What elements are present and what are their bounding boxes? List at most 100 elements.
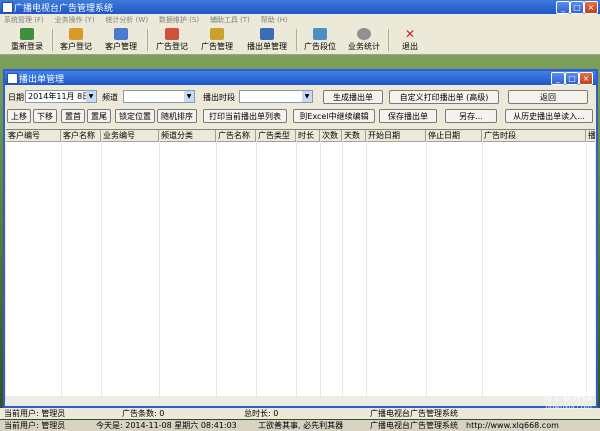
menu-help[interactable]: 帮助 (H) xyxy=(257,14,292,26)
toolbar-separator xyxy=(388,29,389,51)
toolbar-separator xyxy=(296,29,297,51)
schedule-manage-button[interactable]: 播出单管理 xyxy=(242,27,292,53)
status-total-duration: 总时长: 0 xyxy=(244,409,279,418)
move-down-button[interactable]: 下移 xyxy=(33,109,57,123)
random-sort-button[interactable]: 随机排序 xyxy=(157,109,197,123)
inner-close-button[interactable]: × xyxy=(579,72,593,85)
toolbar: 重新登录 客户登记 客户管理 广告登记 广告管理 播出单管理 广告段位 业务统计… xyxy=(0,26,600,55)
main-status-bar: 当前用户: 管理员 今天是: 2014-11-08 星期六 08:41:03 工… xyxy=(0,420,600,431)
customer-register-button[interactable]: 客户登记 xyxy=(56,27,96,53)
col-ad-slot[interactable]: 广告时段 xyxy=(482,130,586,141)
chevron-down-icon[interactable]: ▼ xyxy=(302,91,312,102)
col-times[interactable]: 次数 xyxy=(320,130,342,141)
grid-line xyxy=(216,141,217,406)
inner-maximize-button[interactable]: □ xyxy=(565,72,579,85)
col-customer-name[interactable]: 客户名称 xyxy=(61,130,101,141)
grid-line xyxy=(482,141,483,406)
grid-line xyxy=(586,141,587,406)
col-broadcast[interactable]: 播 xyxy=(586,130,595,141)
channel-label: 频道 xyxy=(102,93,118,102)
grid-line xyxy=(61,141,62,406)
menu-tools[interactable]: 辅助工具 (T) xyxy=(206,14,254,26)
schedule-window-title: 播出单管理 xyxy=(19,75,65,85)
grid-line xyxy=(159,141,160,406)
move-top-button[interactable]: 置首 xyxy=(61,109,85,123)
status2-user: 当前用户: 管理员 xyxy=(4,421,66,430)
ad-slot-icon xyxy=(313,28,327,40)
grid-line xyxy=(366,141,367,406)
col-customer-id[interactable]: 客户编号 xyxy=(6,130,61,141)
menu-statistics[interactable]: 统计分析 (W) xyxy=(101,14,152,26)
status2-datetime: 今天是: 2014-11-08 星期六 08:41:03 xyxy=(96,421,237,430)
inner-minimize-button[interactable]: _ xyxy=(551,72,565,85)
chevron-down-icon[interactable]: ▼ xyxy=(86,91,96,102)
grid-line xyxy=(320,141,321,406)
exit-button[interactable]: ✕ 退出 xyxy=(394,27,426,53)
channel-select[interactable]: ▼ xyxy=(123,90,195,103)
move-up-button[interactable]: 上移 xyxy=(7,109,31,123)
grid-line xyxy=(426,141,427,406)
status2-motto: 工欲善其事, 必先利其器 xyxy=(258,421,344,430)
relogin-button[interactable]: 重新登录 xyxy=(6,27,48,53)
window-title: 广播电视台广告管理系统 xyxy=(14,4,114,14)
excel-edit-button[interactable]: 到Excel中继续编辑 xyxy=(293,109,375,123)
minimize-button[interactable]: _ xyxy=(556,1,570,14)
chevron-down-icon[interactable]: ▼ xyxy=(184,91,194,102)
status-user: 当前用户: 管理员 xyxy=(4,409,66,418)
grid-line xyxy=(342,141,343,406)
schedule-manage-icon xyxy=(260,28,274,40)
filter-row: 日期 2014年11月 8日 ▼ 频道 ▼ 播出时段 ▼ 生成播出单 自定义打印… xyxy=(5,89,596,105)
toolbar-separator xyxy=(147,29,148,51)
status2-url: http://www.xlq668.com xyxy=(466,421,559,430)
load-history-button[interactable]: 从历史播出单读入... xyxy=(505,109,593,123)
col-days[interactable]: 天数 xyxy=(342,130,366,141)
ad-slot-button[interactable]: 广告段位 xyxy=(300,27,340,53)
col-stop-date[interactable]: 停止日期 xyxy=(426,130,482,141)
print-list-button[interactable]: 打印当前播出单列表 xyxy=(203,109,287,123)
horizontal-scrollbar[interactable] xyxy=(6,396,595,406)
ad-manage-button[interactable]: 广告管理 xyxy=(196,27,238,53)
stats-icon xyxy=(357,28,371,40)
generate-schedule-button[interactable]: 生成播出单 xyxy=(323,90,383,104)
menu-system[interactable]: 系统管理 (F) xyxy=(0,14,48,26)
col-channel-category[interactable]: 频道分类 xyxy=(159,130,216,141)
menu-data[interactable]: 数据维护 (S) xyxy=(155,14,203,26)
ad-register-button[interactable]: 广告登记 xyxy=(152,27,192,53)
relogin-icon xyxy=(20,28,34,40)
maximize-button[interactable]: □ xyxy=(570,1,584,14)
customer-manage-icon xyxy=(114,28,128,40)
col-business-id[interactable]: 业务编号 xyxy=(101,130,159,141)
save-as-button[interactable]: 另存... xyxy=(445,109,497,123)
back-button[interactable]: 返回 xyxy=(508,90,588,104)
schedule-table[interactable]: 客户编号 客户名称 业务编号 频道分类 广告名称 广告类型 时长 次数 天数 开… xyxy=(6,129,595,406)
col-ad-name[interactable]: 广告名称 xyxy=(216,130,256,141)
toolbar-separator xyxy=(52,29,53,51)
schedule-titlebar: 播出单管理 _ □ × xyxy=(5,71,596,85)
col-duration[interactable]: 时长 xyxy=(296,130,320,141)
stats-button[interactable]: 业务统计 xyxy=(344,27,384,53)
watermark-logo: 当下软件园 downxia.com xyxy=(542,392,592,411)
grid-line xyxy=(256,141,257,406)
close-button[interactable]: × xyxy=(584,1,598,14)
customer-register-icon xyxy=(69,28,83,40)
lock-position-button[interactable]: 锁定位置 xyxy=(115,109,155,123)
status2-system-name: 广播电视台广告管理系统 xyxy=(370,421,458,430)
customer-manage-button[interactable]: 客户管理 xyxy=(100,27,142,53)
grid-line xyxy=(101,141,102,406)
date-picker[interactable]: 2014年11月 8日 ▼ xyxy=(25,90,97,103)
app-icon xyxy=(2,2,13,13)
grid-line xyxy=(296,141,297,406)
ad-manage-icon xyxy=(210,28,224,40)
exit-icon: ✕ xyxy=(404,27,416,41)
status-ad-count: 广告条数: 0 xyxy=(122,409,165,418)
col-start-date[interactable]: 开始日期 xyxy=(366,130,426,141)
custom-print-button[interactable]: 自定义打印播出单 (高级) xyxy=(389,90,499,104)
move-bottom-button[interactable]: 置尾 xyxy=(87,109,111,123)
save-schedule-button[interactable]: 保存播出单 xyxy=(379,109,437,123)
date-label: 日期 xyxy=(8,93,24,102)
action-row: 上移 下移 置首 置尾 锁定位置 随机排序 打印当前播出单列表 到Excel中继… xyxy=(5,108,596,124)
slot-select[interactable]: ▼ xyxy=(239,90,313,103)
col-ad-type[interactable]: 广告类型 xyxy=(256,130,296,141)
ad-register-icon xyxy=(165,28,179,40)
menu-business[interactable]: 业务操作 (Y) xyxy=(51,14,99,26)
